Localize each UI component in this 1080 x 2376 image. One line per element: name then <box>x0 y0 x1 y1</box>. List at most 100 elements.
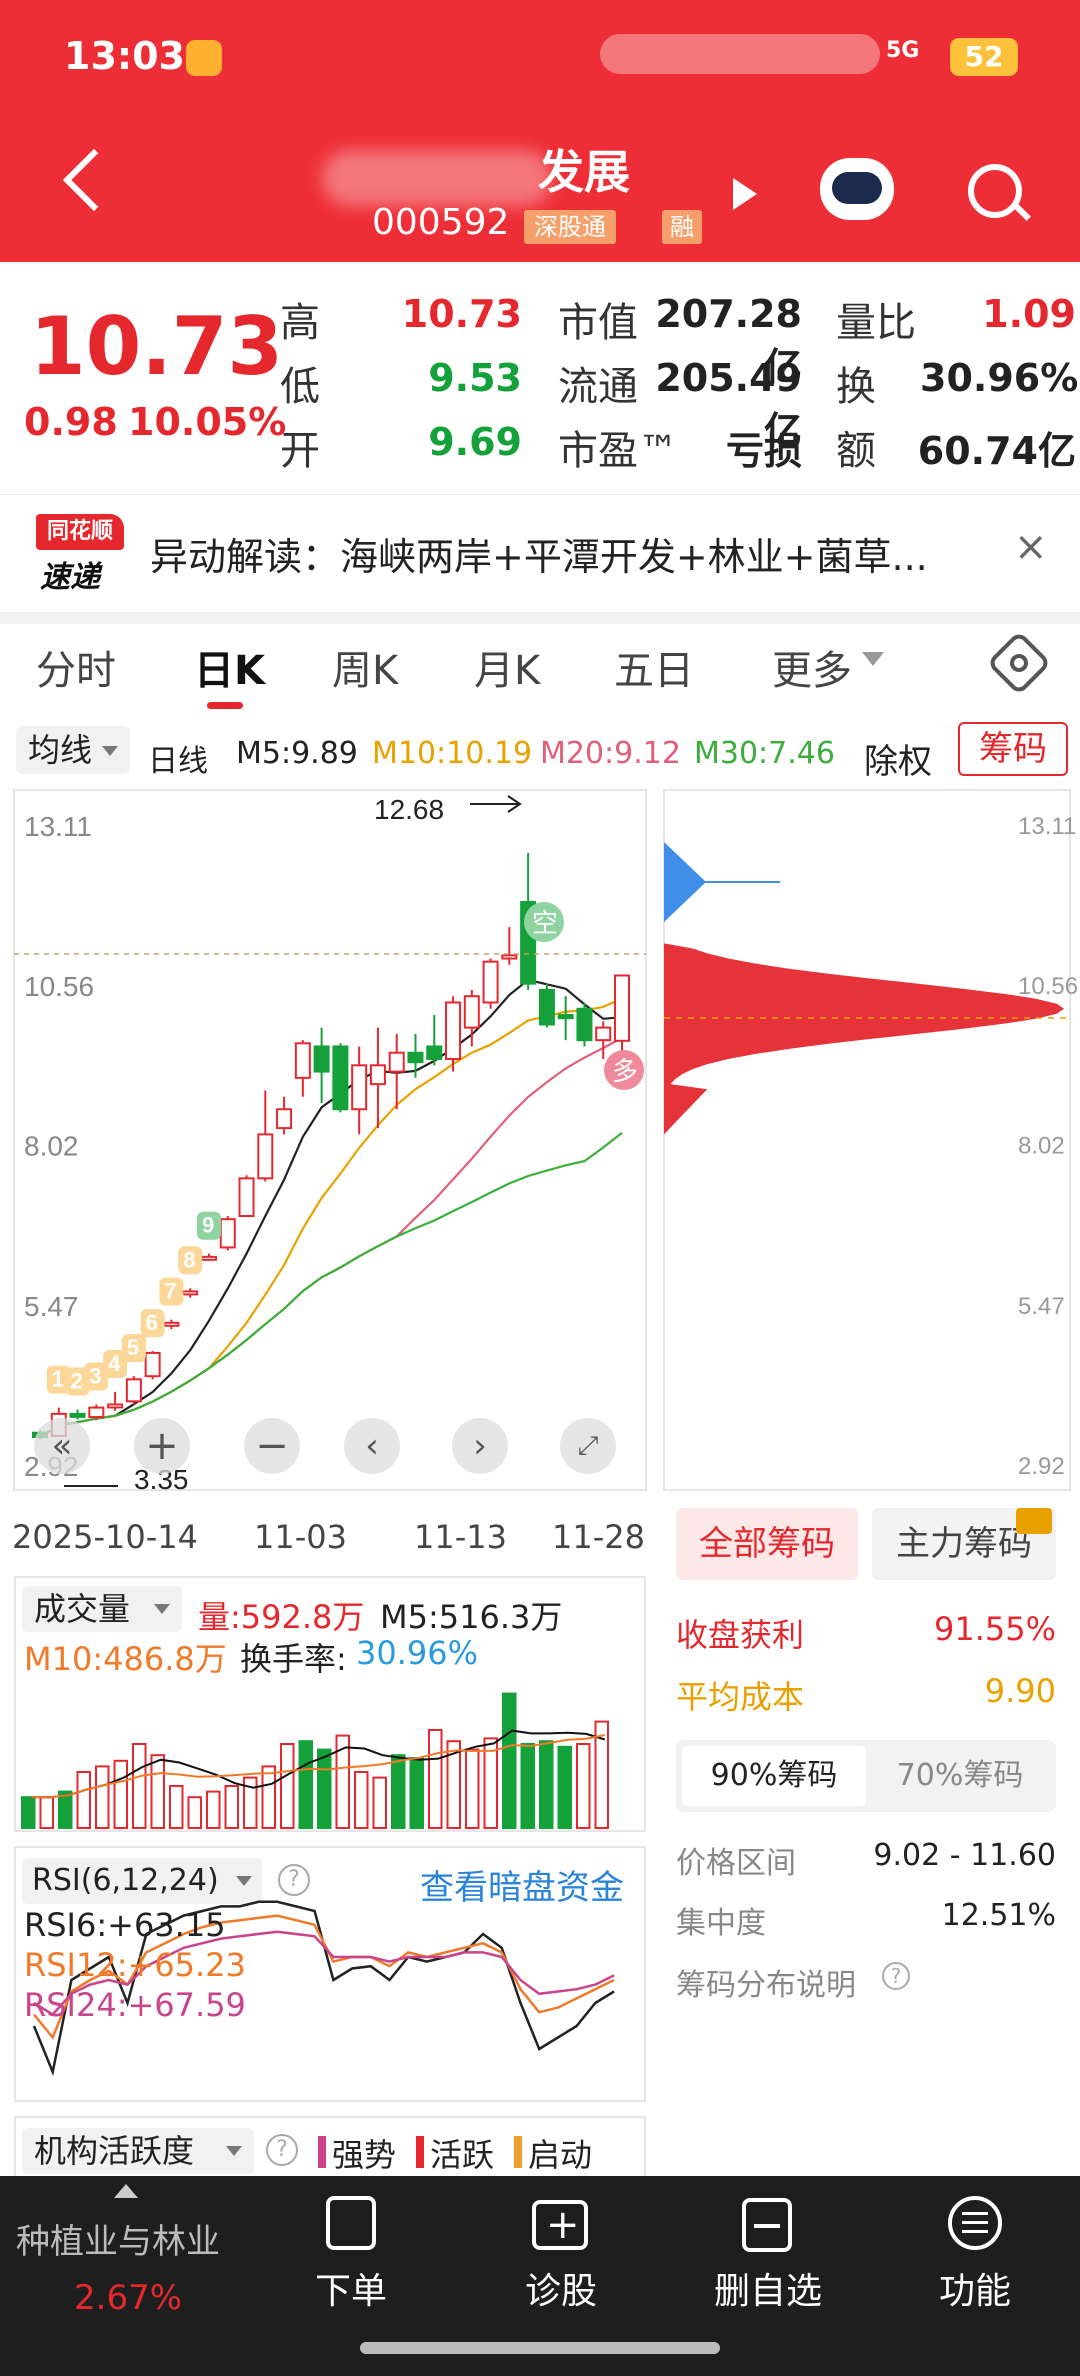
tab-intraday[interactable]: 分时 <box>36 638 116 696</box>
active-tab-indicator <box>207 702 243 709</box>
amount-value: 60.74亿 <box>917 429 1076 473</box>
zoom-in-icon[interactable]: + <box>134 1418 190 1474</box>
y-tick: 10.56 <box>24 971 94 1002</box>
pe-label: 市盈™ <box>558 428 678 474</box>
chip-70-button[interactable]: 70%筹码 <box>870 1746 1050 1806</box>
rsi12-value: RSI12:+65.23 <box>24 1946 246 1984</box>
y-tick: 13.11 <box>24 811 92 842</box>
function-button[interactable]: 功能 <box>920 2262 1030 2314</box>
close-icon[interactable]: × <box>1014 524 1048 570</box>
pe-value: 亏损 <box>725 429 802 473</box>
rsi24-value: RSI24:+67.59 <box>24 1986 246 2024</box>
legend-active-swatch <box>416 2136 424 2168</box>
chevron-up-icon[interactable] <box>114 2184 138 2198</box>
tab-five-day[interactable]: 五日 <box>614 638 694 696</box>
avg-cost-label: 平均成本 <box>676 1678 805 1716</box>
tab-daily-k[interactable]: 日K <box>194 638 265 696</box>
candle <box>614 974 630 1042</box>
tab-more[interactable]: 更多 <box>772 638 852 696</box>
news-logo-top: 同花顺 <box>36 514 124 550</box>
ma10-value: M10:10.19 <box>372 736 533 771</box>
help-icon[interactable]: ? <box>882 1962 910 1990</box>
avg-cost-value: 9.90 <box>984 1672 1056 1710</box>
legend-start-swatch <box>514 2136 522 2168</box>
status-time: 13:03 <box>64 34 185 78</box>
order-button[interactable]: 下单 <box>296 2262 406 2314</box>
robot-face <box>832 172 882 204</box>
volume-ratio-label: 量比 <box>836 300 916 346</box>
fullscreen-icon[interactable]: ⤢ <box>560 1418 616 1474</box>
remove-watchlist-button[interactable]: 删自选 <box>700 2262 836 2314</box>
volume-bar <box>150 1754 165 1829</box>
volume-bar <box>391 1754 406 1829</box>
news-text[interactable]: 异动解读：海峡两岸+平潭开发+林业+菌草... <box>150 526 970 581</box>
zoom-out-far-icon[interactable]: « <box>34 1418 90 1474</box>
count-number: 7 <box>164 1279 176 1304</box>
stock-code: 000592 <box>372 202 510 243</box>
candle <box>595 1026 612 1042</box>
turnover-value: 30.96% <box>920 356 1079 400</box>
chip-description-link[interactable]: 筹码分布说明 <box>676 1960 856 2004</box>
status-icons-blurred <box>600 34 880 74</box>
chevron-down-icon <box>154 1604 170 1614</box>
sector-change: 2.67% <box>74 2278 183 2318</box>
chip-y-tick: 2.92 <box>1018 1453 1065 1480</box>
candle <box>125 1378 142 1403</box>
candle <box>257 1133 274 1180</box>
scroll-left-icon[interactable]: ‹ <box>344 1418 400 1474</box>
adjust-button[interactable]: 除权 <box>864 734 932 783</box>
plus-icon: + <box>546 2202 580 2248</box>
sector-name[interactable]: 种植业与林业 <box>16 2214 220 2263</box>
volume-bar <box>317 1748 332 1829</box>
help-icon[interactable]: ? <box>266 2134 298 2166</box>
current-price: 10.73 <box>30 300 284 393</box>
tab-weekly-k[interactable]: 周K <box>332 638 398 696</box>
candle <box>200 1255 217 1261</box>
chip-90-button[interactable]: 90%筹码 <box>682 1746 866 1806</box>
volume-bar <box>224 1785 239 1829</box>
open-label: 开 <box>280 428 320 474</box>
volume-bar <box>76 1771 91 1829</box>
tab-all-chips[interactable]: 全部筹码 <box>676 1508 858 1580</box>
chip-y-tick: 8.02 <box>1018 1133 1065 1160</box>
search-icon[interactable] <box>968 164 1022 218</box>
volume-bar <box>39 1796 54 1829</box>
count-number: 3 <box>89 1363 101 1388</box>
chevron-down-icon <box>102 746 118 756</box>
volume-chart[interactable] <box>14 1680 646 1830</box>
low-value: 9.53 <box>428 356 522 400</box>
candle <box>69 1412 86 1418</box>
price-range-value: 9.02 - 11.60 <box>873 1838 1056 1873</box>
settings-icon-center <box>1010 654 1028 672</box>
candle <box>351 1064 368 1111</box>
next-stock-icon[interactable] <box>733 178 757 210</box>
volume-bar <box>95 1765 110 1829</box>
price-change: 0.98 <box>24 400 118 444</box>
zoom-out-icon[interactable]: − <box>244 1418 300 1474</box>
candle <box>501 954 518 960</box>
order-icon[interactable] <box>326 2196 376 2250</box>
scroll-right-icon[interactable]: › <box>452 1418 508 1474</box>
diagnose-button[interactable]: 诊股 <box>506 2262 616 2314</box>
volume-bar <box>428 1729 443 1829</box>
volume-bar <box>483 1737 498 1829</box>
concentration-label: 集中度 <box>676 1906 766 1941</box>
candle <box>238 1177 255 1218</box>
turnover-rate-value: 30.96% <box>356 1634 479 1672</box>
stock-name: 发展 <box>538 145 630 199</box>
candle <box>163 1321 180 1327</box>
institution-select[interactable]: 机构活跃度 <box>22 2128 254 2174</box>
candle <box>407 1051 424 1064</box>
minus-icon <box>754 2224 780 2228</box>
volume-bar <box>298 1740 313 1830</box>
high-label: 高 <box>280 300 320 346</box>
volume-bar <box>465 1748 480 1829</box>
x-tick: 11-03 <box>254 1518 347 1556</box>
concentration-value: 12.51% <box>941 1898 1056 1933</box>
count-number: 5 <box>127 1335 139 1360</box>
tab-monthly-k[interactable]: 月K <box>474 638 540 696</box>
news-logo-bottom: 速递 <box>40 560 100 595</box>
chip-y-tick: 13.11 <box>1018 813 1076 840</box>
chip-toggle-button[interactable]: 筹码 <box>958 722 1068 776</box>
menu-icon[interactable] <box>948 2196 1002 2250</box>
